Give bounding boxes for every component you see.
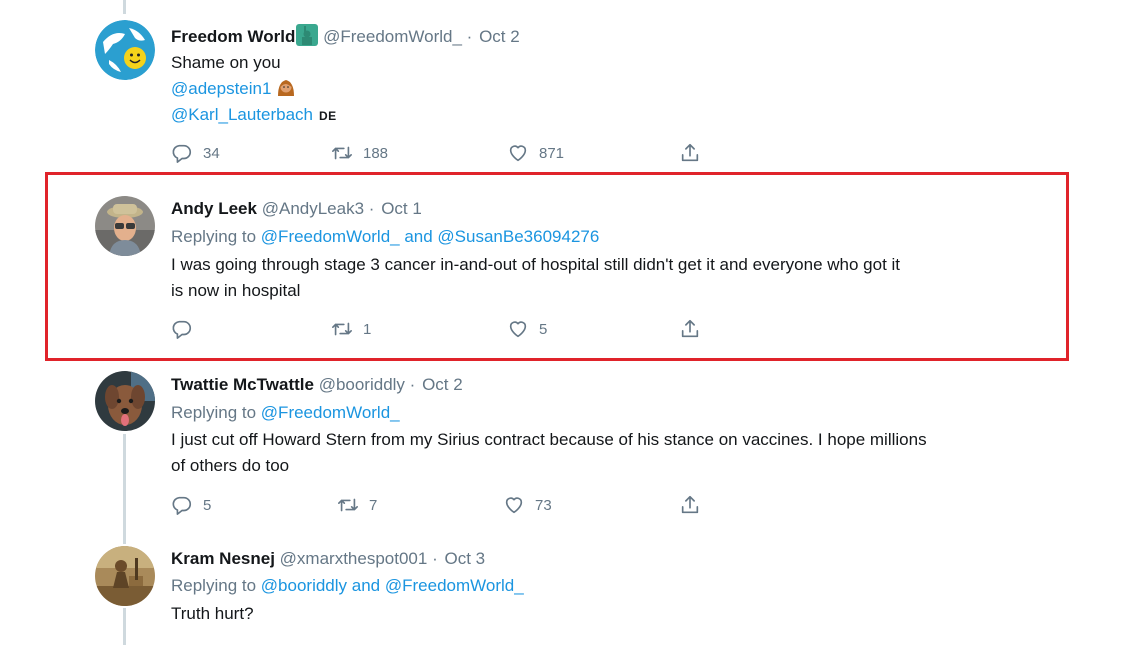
user-handle[interactable]: @FreedomWorld_ (323, 27, 462, 46)
heart-icon (507, 142, 529, 164)
avatar[interactable] (95, 20, 155, 80)
replying-to: Replying to @FreedomWorld_ (171, 402, 400, 424)
share-icon (679, 494, 701, 516)
share-icon (679, 142, 701, 164)
tweet-twattie-mctwattle[interactable]: Twattie McTwattle @booriddly · Oct 2 Rep… (0, 361, 1135, 537)
replying-to: Replying to @booriddly and @FreedomWorld… (171, 575, 524, 597)
display-name[interactable]: Freedom World (171, 27, 295, 46)
separator-dot: · (409, 375, 416, 394)
tweet-kram-nesnej[interactable]: Kram Nesnej @xmarxthespot001 · Oct 3 Rep… (0, 537, 1135, 645)
replying-to-mentions[interactable]: @FreedomWorld_ (261, 403, 400, 422)
display-name[interactable]: Kram Nesnej (171, 549, 275, 568)
retweet-icon (331, 142, 353, 164)
separator-dot: · (466, 27, 473, 46)
tweet-text: Shame on you @adepstein1 @Karl_Lauterbac… (171, 50, 1011, 129)
replying-to-label: Replying to (171, 403, 257, 422)
tweet-text-line: I just cut off Howard Stern from my Siri… (171, 430, 927, 449)
retweet-button[interactable]: 7 (337, 494, 377, 516)
share-button[interactable] (679, 142, 701, 164)
tweet-text-line: Shame on you (171, 53, 281, 72)
person-emoji-icon (275, 76, 297, 98)
retweet-count: 7 (369, 496, 378, 514)
reply-icon (171, 142, 193, 164)
like-count: 73 (535, 496, 552, 514)
tweet-text-line: of others do too (171, 456, 290, 475)
user-handle[interactable]: @xmarxthespot001 (280, 549, 428, 568)
mention-link[interactable]: @adepstein1 (171, 79, 271, 98)
reply-icon (171, 494, 193, 516)
display-name[interactable]: Twattie McTwattle (171, 375, 314, 394)
tweet-date[interactable]: Oct 2 (422, 375, 463, 394)
replying-to-mentions[interactable]: @booriddly and @FreedomWorld_ (261, 576, 524, 595)
reply-button[interactable]: 34 (171, 142, 220, 164)
reply-button[interactable]: 5 (171, 494, 211, 516)
share-button[interactable] (679, 494, 701, 516)
tweet-text: Truth hurt? (171, 601, 1011, 627)
retweet-count: 188 (363, 144, 389, 162)
separator-dot: · (432, 549, 438, 568)
mention-link[interactable]: @Karl_Lauterbach (171, 105, 313, 124)
tweet-actions: 34 188 871 (171, 142, 711, 166)
flag-label: DE (319, 109, 337, 123)
tweet-text-line: Truth hurt? (171, 604, 254, 623)
like-button[interactable]: 871 (507, 142, 564, 164)
heart-icon (503, 494, 525, 516)
statue-of-liberty-icon (296, 24, 319, 46)
tweet-actions: 5 7 73 (171, 494, 711, 518)
reply-count: 34 (203, 144, 220, 162)
avatar[interactable] (95, 371, 155, 431)
tweet-text: I just cut off Howard Stern from my Siri… (171, 427, 1011, 479)
highlight-box (45, 172, 1069, 361)
retweet-icon (337, 494, 359, 516)
replying-to-label: Replying to (171, 576, 257, 595)
reply-count: 5 (203, 496, 212, 514)
retweet-button[interactable]: 188 (331, 142, 388, 164)
like-button[interactable]: 73 (503, 494, 552, 516)
tweet-date[interactable]: Oct 3 (444, 549, 485, 568)
avatar[interactable] (95, 546, 155, 606)
user-handle[interactable]: @booriddly (319, 375, 405, 394)
tweet-freedom-world[interactable]: Freedom World @FreedomWorld_ · Oct 2 Sha… (0, 0, 1135, 172)
tweet-date[interactable]: Oct 2 (479, 27, 520, 46)
like-count: 871 (539, 144, 565, 162)
